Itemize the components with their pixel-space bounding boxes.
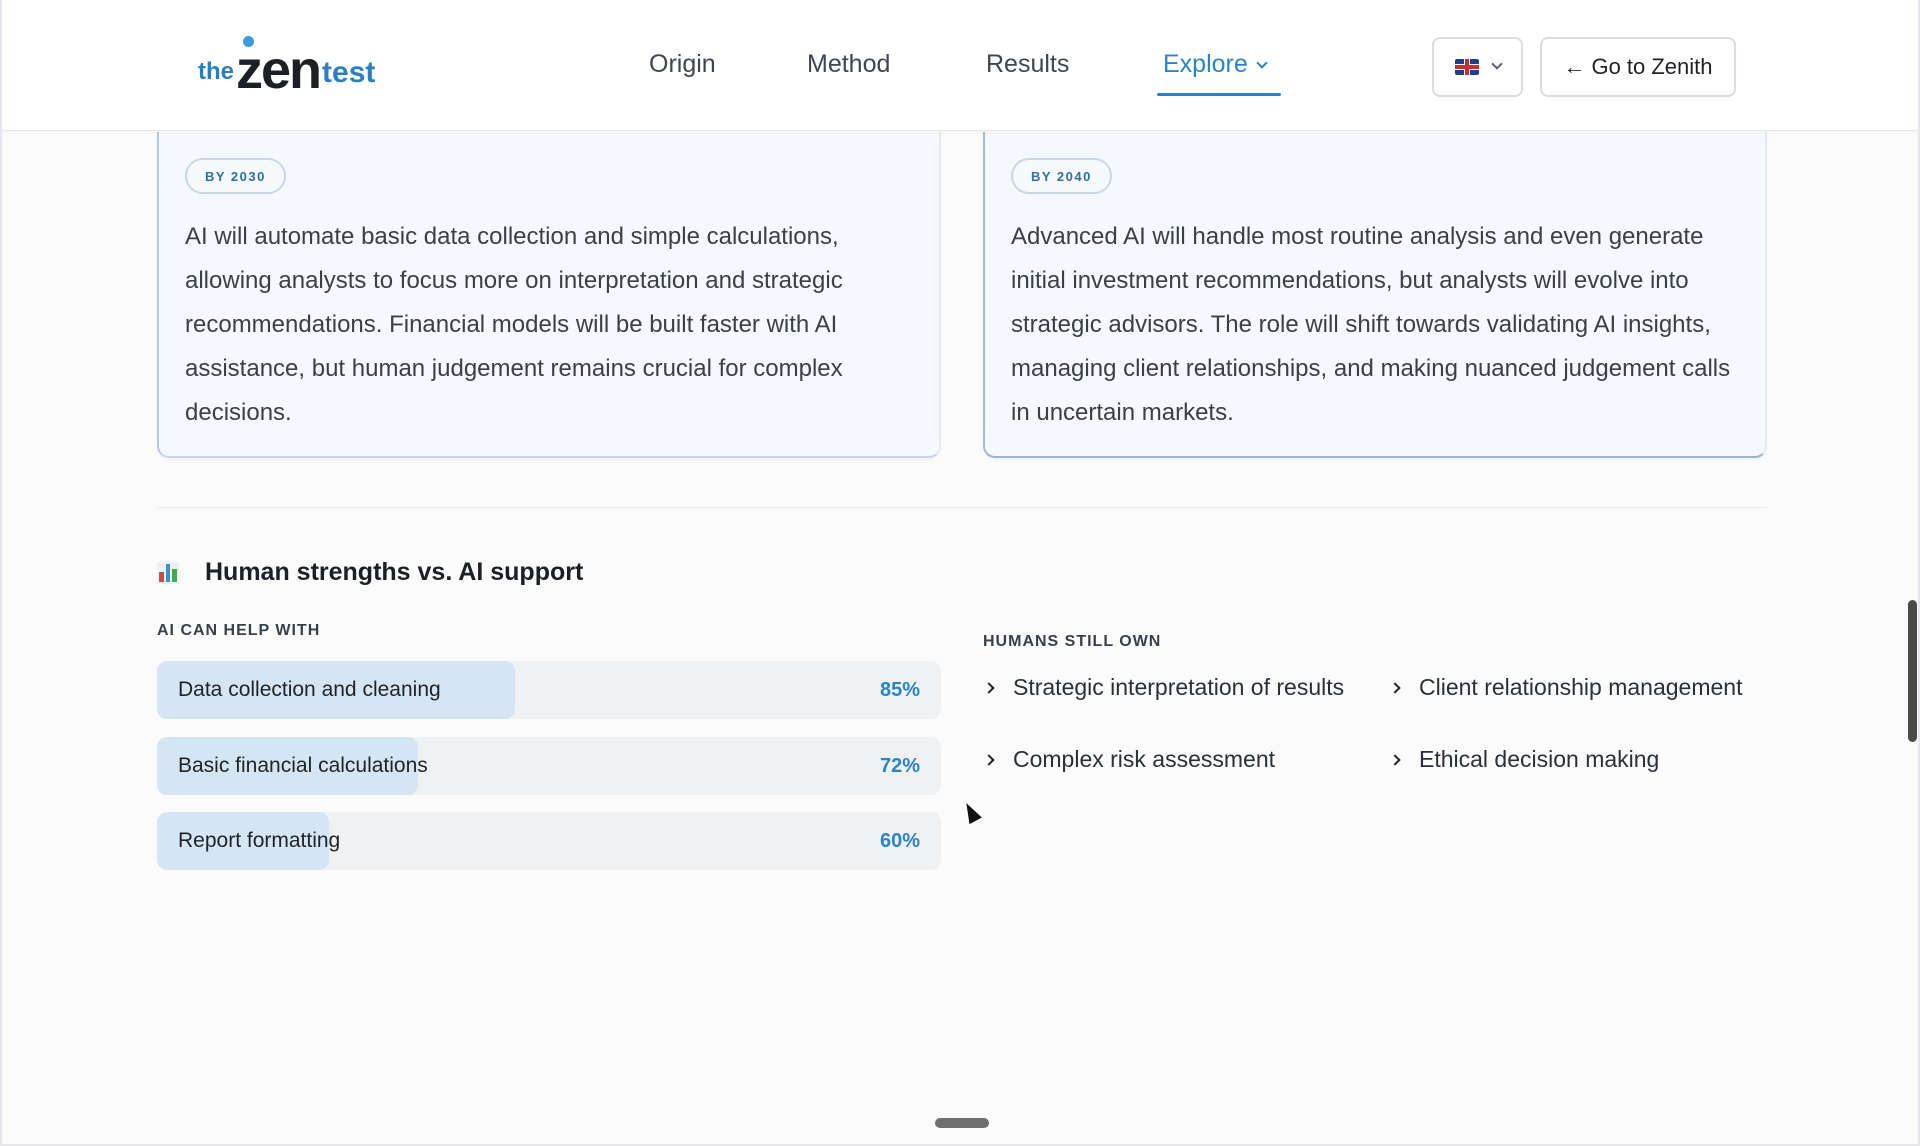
prediction-card-2040: BY 2040 Advanced AI will handle most rou… bbox=[983, 132, 1767, 458]
nav-origin[interactable]: Origin bbox=[649, 50, 716, 79]
ai-skill-bar[interactable]: Basic financial calculations 72% bbox=[157, 737, 941, 795]
home-indicator[interactable] bbox=[935, 1118, 989, 1128]
section-heading: Human strengths vs. AI support bbox=[157, 558, 583, 587]
active-nav-underline bbox=[1157, 93, 1281, 96]
section-title: Human strengths vs. AI support bbox=[205, 558, 584, 586]
scrollbar-thumb[interactable] bbox=[1908, 600, 1917, 742]
nav-explore[interactable]: Explore bbox=[1163, 50, 1268, 79]
section-divider bbox=[157, 507, 1767, 508]
ai-help-label: AI CAN HELP WITH bbox=[157, 622, 321, 639]
chevron-right-icon bbox=[1389, 753, 1401, 766]
ai-skill-bar[interactable]: Data collection and cleaning 85% bbox=[157, 661, 941, 719]
chevron-down-icon bbox=[1490, 58, 1503, 70]
site-header: the zen test Origin Method Results Explo… bbox=[2, 0, 1918, 131]
human-strength-item: Complex risk assessment bbox=[983, 746, 1276, 773]
human-strength-item: Ethical decision making bbox=[1389, 746, 1660, 773]
go-to-zenith-label: Go to Zenith bbox=[1591, 54, 1713, 79]
uk-flag-icon bbox=[1454, 59, 1479, 75]
prediction-text: AI will automate basic data collection a… bbox=[185, 223, 843, 426]
chevron-down-icon bbox=[1256, 57, 1268, 69]
chevron-right-icon bbox=[983, 753, 995, 766]
language-selector[interactable] bbox=[1432, 37, 1523, 97]
year-badge: BY 2030 bbox=[185, 158, 286, 194]
nav-results[interactable]: Results bbox=[986, 50, 1069, 79]
nav-explore-label: Explore bbox=[1163, 50, 1248, 78]
human-strength-label: Complex risk assessment bbox=[1013, 746, 1276, 772]
chevron-right-icon bbox=[983, 681, 995, 694]
bar-chart-icon bbox=[157, 561, 179, 584]
skill-label: Basic financial calculations bbox=[178, 754, 428, 777]
human-strength-label: Ethical decision making bbox=[1419, 746, 1660, 772]
year-badge: BY 2040 bbox=[1011, 158, 1112, 194]
page-viewport: the zen test Origin Method Results Explo… bbox=[0, 0, 1920, 1146]
prediction-card-2030: BY 2030 AI will automate basic data coll… bbox=[157, 132, 941, 458]
human-strength-item: Strategic interpretation of results bbox=[983, 674, 1345, 701]
skill-label: Data collection and cleaning bbox=[178, 678, 441, 701]
humans-own-label: HUMANS STILL OWN bbox=[983, 633, 1162, 650]
skill-percent: 60% bbox=[879, 829, 920, 852]
go-to-zenith-button[interactable]: ← Go to Zenith bbox=[1540, 37, 1736, 97]
human-strength-item: Client relationship management bbox=[1389, 674, 1743, 701]
human-strength-label: Client relationship management bbox=[1419, 674, 1743, 700]
chevron-right-icon bbox=[1389, 681, 1401, 694]
human-strength-label: Strategic interpretation of results bbox=[1013, 674, 1345, 700]
skill-percent: 72% bbox=[879, 754, 920, 777]
prediction-text: Advanced AI will handle most routine ana… bbox=[1011, 223, 1731, 426]
mouse-cursor-icon bbox=[960, 799, 982, 825]
ai-skill-bar[interactable]: Report formatting 60% bbox=[157, 812, 941, 870]
arrow-left-icon: ← bbox=[1563, 54, 1586, 79]
nav-method[interactable]: Method bbox=[807, 50, 890, 79]
skill-percent: 85% bbox=[879, 678, 920, 701]
skill-label: Report formatting bbox=[178, 829, 341, 852]
